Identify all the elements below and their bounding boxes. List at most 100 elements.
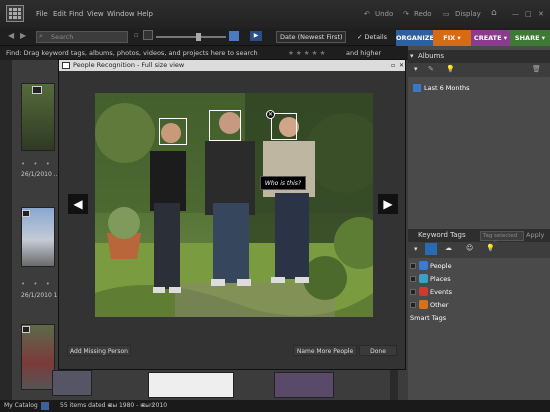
- trash-icon[interactable]: 🗑: [532, 65, 541, 73]
- who-is-this-input[interactable]: Who is this?: [260, 176, 306, 190]
- tag-icon[interactable]: [425, 243, 437, 255]
- name-more-people-button[interactable]: Name More People: [293, 345, 357, 356]
- smart-album-icon: [413, 84, 421, 92]
- undo-icon: ↶: [364, 10, 370, 18]
- catalog-name[interactable]: My Catalog: [4, 400, 38, 412]
- keyword-checkbox[interactable]: [410, 302, 416, 308]
- albums-title: Albums: [418, 52, 445, 60]
- zoom-large-icon[interactable]: [229, 31, 239, 41]
- thumbnail-view-icon[interactable]: [143, 30, 153, 40]
- sort-select[interactable]: Date (Newest First): [276, 31, 346, 43]
- previous-arrow-icon[interactable]: ◀: [68, 194, 88, 214]
- minimize-icon[interactable]: —: [512, 10, 519, 18]
- undo-button[interactable]: Undo: [375, 10, 393, 18]
- dialog-close-icon[interactable]: ✕: [399, 60, 404, 71]
- checkmark-icon: ✓: [357, 33, 365, 41]
- people-tag-icon: [419, 261, 428, 270]
- tag-search-input[interactable]: Tag selected media: [480, 231, 524, 247]
- menu-window[interactable]: Window: [107, 10, 135, 18]
- faces-badge-icon: [32, 86, 42, 94]
- collapse-icon: ▾: [410, 52, 414, 60]
- dialog-app-icon: [62, 62, 70, 69]
- lightbulb-icon[interactable]: 💡: [486, 244, 495, 252]
- zoom-small-icon[interactable]: ▫: [134, 31, 139, 39]
- tab-create-label: CREATE: [473, 34, 502, 42]
- rating-stars-icon[interactable]: ★ ★ ★ ★ ★: [288, 46, 325, 60]
- app-logo: [6, 5, 24, 22]
- keyword-checkbox[interactable]: [410, 263, 416, 269]
- dialog-restore-icon[interactable]: ▫: [391, 60, 395, 71]
- plus-dropdown-icon[interactable]: ▾: [414, 245, 418, 253]
- done-button[interactable]: Done: [359, 345, 397, 356]
- events-tag-icon: [419, 287, 428, 296]
- menu-edit[interactable]: Edit: [53, 10, 67, 18]
- rating-filter-label: and higher: [346, 49, 382, 57]
- forward-icon[interactable]: ▶: [20, 31, 26, 40]
- find-bar-text: Find: Drag keyword tags, albums, photos,…: [6, 49, 258, 57]
- menu-help[interactable]: Help: [137, 10, 153, 18]
- add-missing-person-button[interactable]: Add Missing Person: [67, 345, 131, 356]
- search-input[interactable]: Search: [36, 31, 128, 43]
- albums-toolbar: ▾ ✎ 💡 🗑: [408, 63, 550, 77]
- keyword-tags-title: Keyword Tags: [418, 231, 466, 239]
- tab-share-label: SHARE: [514, 34, 540, 42]
- lightbulb-icon[interactable]: 💡: [446, 65, 455, 73]
- details-label: Details: [364, 33, 388, 41]
- search-icon: ⌕: [39, 32, 43, 40]
- faces-badge-icon: [22, 210, 30, 217]
- display-button[interactable]: Display: [455, 10, 481, 18]
- keyword-checkbox[interactable]: [410, 276, 416, 282]
- dialog-title: People Recognition - Full size view: [73, 61, 185, 69]
- slideshow-icon[interactable]: ▶: [250, 31, 262, 41]
- zoom-slider[interactable]: [156, 36, 226, 38]
- menu-view[interactable]: View: [87, 10, 104, 18]
- home-icon[interactable]: ⌂: [491, 8, 497, 18]
- right-panel: ▾ Albums ▾ ✎ 💡 🗑 Last 6 Months Keyword Ta…: [408, 46, 550, 400]
- maximize-icon[interactable]: □: [525, 10, 532, 18]
- import-icon[interactable]: ☁: [445, 244, 452, 252]
- dialog-title-bar: People Recognition - Full size view ▫ ✕: [59, 60, 405, 71]
- apply-button[interactable]: Apply: [526, 231, 544, 239]
- photo-thumbnail[interactable]: [52, 370, 92, 396]
- next-arrow-icon[interactable]: ▶: [378, 194, 398, 214]
- menu-file[interactable]: File: [36, 10, 48, 18]
- face-box[interactable]: [159, 118, 187, 145]
- faces-badge-icon: [22, 326, 30, 333]
- menu-bar: File Edit Find View Window Help ↶ Undo ↷…: [0, 0, 550, 28]
- menu-find[interactable]: Find: [69, 10, 83, 18]
- face-box[interactable]: [209, 110, 241, 141]
- tab-organize[interactable]: ORGANIZE: [396, 30, 434, 46]
- tab-share[interactable]: SHARE ▾: [510, 30, 550, 46]
- close-icon[interactable]: ✕: [538, 10, 544, 18]
- other-tag-icon: [419, 300, 428, 309]
- back-icon[interactable]: ◀: [8, 31, 14, 40]
- catalog-icon: [41, 402, 49, 410]
- details-checkbox[interactable]: ✓ Details: [357, 31, 391, 43]
- keyword-label: Other: [430, 301, 449, 309]
- display-icon: ▭: [443, 10, 450, 18]
- smart-tags-header[interactable]: Smart Tags: [410, 312, 446, 324]
- album-last-6-months[interactable]: Last 6 Months: [424, 84, 470, 92]
- photo-thumbnail[interactable]: [274, 372, 334, 398]
- plus-dropdown-icon[interactable]: ▾: [414, 65, 418, 73]
- keyword-toolbar: ▾ ☁ ☺ 💡: [408, 242, 550, 258]
- albums-header[interactable]: ▾ Albums: [408, 50, 550, 63]
- edit-icon[interactable]: ✎: [428, 65, 434, 73]
- tag-close-icon[interactable]: ✕: [266, 110, 275, 119]
- sync-icon[interactable]: ⟳: [150, 400, 155, 412]
- find-bar[interactable]: Find: Drag keyword tags, albums, photos,…: [0, 46, 408, 60]
- people-recognition-dialog: People Recognition - Full size view ▫ ✕: [58, 59, 406, 370]
- photo-thumbnail[interactable]: [148, 372, 234, 398]
- photo-thumbnail[interactable]: [21, 324, 55, 390]
- thumbnail-date: 26/1/2010 ...: [21, 171, 60, 178]
- zoom-slider-thumb[interactable]: [196, 33, 201, 41]
- redo-button[interactable]: Redo: [414, 10, 432, 18]
- keyword-checkbox[interactable]: [410, 289, 416, 295]
- tab-create[interactable]: CREATE ▾: [471, 30, 510, 46]
- keyword-label: Places: [430, 275, 451, 283]
- face-box[interactable]: [271, 113, 297, 140]
- photo-full-view: ✕ Who is this?: [95, 93, 373, 317]
- tab-fix[interactable]: FIX ▾: [433, 30, 471, 46]
- people-icon[interactable]: ☺: [466, 244, 473, 252]
- status-bar: My Catalog 55 items dated ѭы 1980 - ѭы 2…: [0, 400, 550, 412]
